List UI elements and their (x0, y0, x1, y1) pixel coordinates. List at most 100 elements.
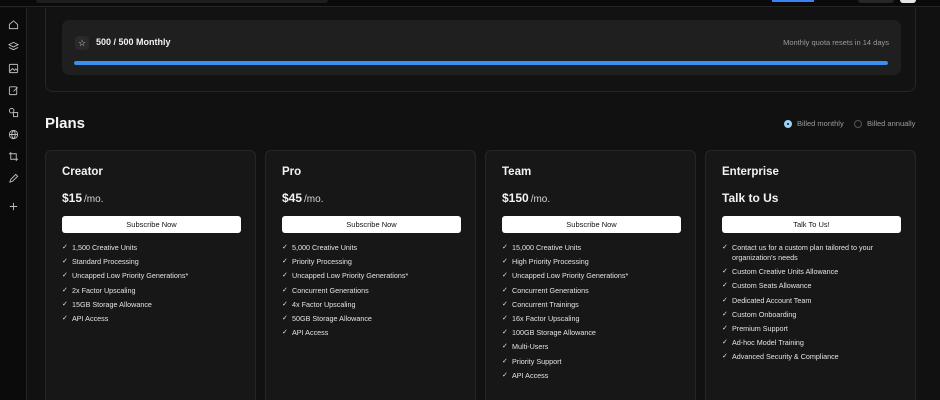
search-input[interactable] (36, 0, 328, 3)
feature-item: ✓ API Access (62, 314, 246, 324)
price-period: /mo. (530, 194, 551, 205)
feature-item: ✓ 15,000 Creative Units (502, 243, 686, 253)
check-icon: ✓ (282, 314, 288, 322)
plan-card-enterprise: Enterprise Talk to Us Talk To Us! ✓ Conta… (705, 150, 916, 400)
feature-list: ✓ 5,000 Creative Units ✓ Priority Processin… (282, 243, 466, 342)
check-icon: ✓ (722, 268, 728, 276)
feature-item: ✓ 5,000 Creative Units (282, 243, 466, 253)
check-icon: ✓ (282, 258, 288, 266)
plus-icon[interactable] (8, 201, 19, 212)
feature-item: ✓ High Priority Processing (502, 257, 686, 267)
pen-icon[interactable] (8, 173, 19, 184)
price-amount: $15 (62, 191, 83, 205)
check-icon: ✓ (282, 300, 288, 308)
subscribe-button-team[interactable]: Subscribe Now (502, 216, 681, 233)
feature-item: ✓ API Access (502, 371, 686, 381)
feature-text: Multi-Users (512, 342, 549, 352)
account-button[interactable] (858, 0, 894, 3)
check-icon: ✓ (62, 314, 68, 322)
check-icon: ✓ (502, 244, 508, 251)
feature-text: Dedicated Account Team (732, 295, 812, 305)
feature-item: ✓ Priority Support (502, 357, 686, 367)
feature-item: ✓ Dedicated Account Team (722, 296, 906, 306)
globe-icon[interactable] (8, 129, 19, 140)
feature-item: ✓ Uncapped Low Priority Generations* (502, 271, 686, 281)
subscribe-button-creator[interactable]: Subscribe Now (62, 216, 241, 233)
feature-text: 15,000 Creative Units (512, 243, 582, 252)
edit-icon[interactable] (8, 85, 19, 96)
plan-card-pro: Pro $45/mo. Subscribe Now ✓ 5,000 Creativ… (265, 150, 476, 400)
feature-item: ✓ Contact us for a custom plan tailored t… (722, 243, 906, 263)
sidebar (0, 8, 27, 400)
check-icon: ✓ (502, 343, 508, 351)
billing-option-label: Billed annually (867, 119, 916, 128)
feature-text: Custom Creative Units Allowance (732, 267, 839, 277)
check-icon: ✓ (502, 258, 508, 266)
check-icon: ✓ (722, 324, 728, 332)
feature-item: ✓ Premium Support (722, 324, 906, 334)
layers-icon[interactable] (8, 41, 19, 52)
feature-item: ✓ 1,500 Creative Units (62, 243, 246, 253)
home-icon[interactable] (8, 19, 19, 30)
shapes-icon[interactable] (8, 107, 19, 118)
plan-name: Team (502, 166, 532, 178)
check-icon: ✓ (502, 286, 508, 294)
feature-text: Standard Processing (72, 257, 139, 267)
feature-item: ✓ Concurrent Trainings (502, 300, 686, 310)
quota-card: ☆ 500 / 500 Monthly Monthly quota resets… (62, 20, 901, 75)
feature-text: 100GB Storage Allowance (512, 328, 596, 338)
plan-name: Creator (62, 166, 103, 178)
feature-item: ✓ Custom Seats Allowance (722, 281, 906, 291)
feature-item: ✓ 100GB Storage Allowance (502, 328, 686, 338)
feature-text: 5,000 Creative Units (292, 243, 358, 252)
feature-text: API Access (72, 313, 109, 323)
feature-text: Priority Processing (292, 257, 352, 267)
radio-monthly[interactable] (784, 119, 792, 128)
feature-item: ✓ Concurrent Generations (502, 286, 686, 296)
quota-progress-bar (74, 61, 888, 65)
quota-title: 500 / 500 Monthly (96, 37, 171, 47)
feature-text: 16x Factor Upscaling (512, 313, 580, 323)
radio-annually[interactable] (854, 119, 862, 128)
plan-card-team: Team $150/mo. Subscribe Now ✓ 15,000 Crea… (485, 150, 696, 400)
top-bar (0, 0, 940, 7)
feature-text: Ad-hoc Model Training (732, 338, 804, 348)
check-icon: ✓ (502, 314, 508, 322)
feature-item: ✓ Custom Onboarding (722, 310, 906, 320)
feature-text: Premium Support (732, 323, 788, 333)
feature-text: 15GB Storage Allowance (72, 299, 152, 309)
feature-item: ✓ 16x Factor Upscaling (502, 314, 686, 324)
check-icon: ✓ (722, 310, 728, 318)
feature-item: ✓ Standard Processing (62, 257, 246, 267)
user-menu-button[interactable] (900, 0, 916, 3)
quota-reset-text: Monthly quota resets in 14 days (783, 38, 889, 47)
feature-item: ✓ Uncapped Low Priority Generations* (62, 271, 246, 281)
plan-card-creator: Creator $15/mo. Subscribe Now ✓ 1,500 Cre… (45, 150, 256, 400)
feature-text: 4x Factor Upscaling (292, 299, 356, 309)
feature-item: ✓ 2x Factor Upscaling (62, 286, 246, 296)
feature-item: ✓ Advanced Security & Compliance (722, 352, 906, 362)
image-icon[interactable] (8, 63, 19, 74)
subscribe-button-pro[interactable]: Subscribe Now (282, 216, 461, 233)
billing-option-monthly[interactable]: Billed monthly (784, 119, 844, 128)
feature-text: API Access (292, 328, 329, 338)
talk-to-us-button[interactable]: Talk To Us! (722, 216, 901, 233)
price-amount: $150 (502, 191, 529, 205)
feature-text: Custom Onboarding (732, 309, 797, 319)
billing-option-annually[interactable]: Billed annually (854, 119, 915, 128)
check-icon: ✓ (502, 300, 508, 308)
feature-text: Uncapped Low Priority Generations* (72, 271, 189, 281)
check-icon: ✓ (282, 272, 288, 280)
check-icon: ✓ (722, 353, 728, 361)
check-icon: ✓ (62, 286, 68, 294)
plan-price: Talk to Us (722, 191, 780, 205)
check-icon: ✓ (282, 286, 288, 294)
upgrade-button[interactable] (772, 0, 814, 2)
check-icon: ✓ (722, 339, 728, 347)
billing-option-label: Billed monthly (797, 119, 844, 128)
feature-text: Priority Support (512, 356, 562, 366)
crop-icon[interactable] (8, 151, 19, 162)
feature-item: ✓ 4x Factor Upscaling (282, 300, 466, 310)
feature-text: 2x Factor Upscaling (72, 285, 136, 295)
plan-price: $45/mo. (282, 191, 323, 205)
